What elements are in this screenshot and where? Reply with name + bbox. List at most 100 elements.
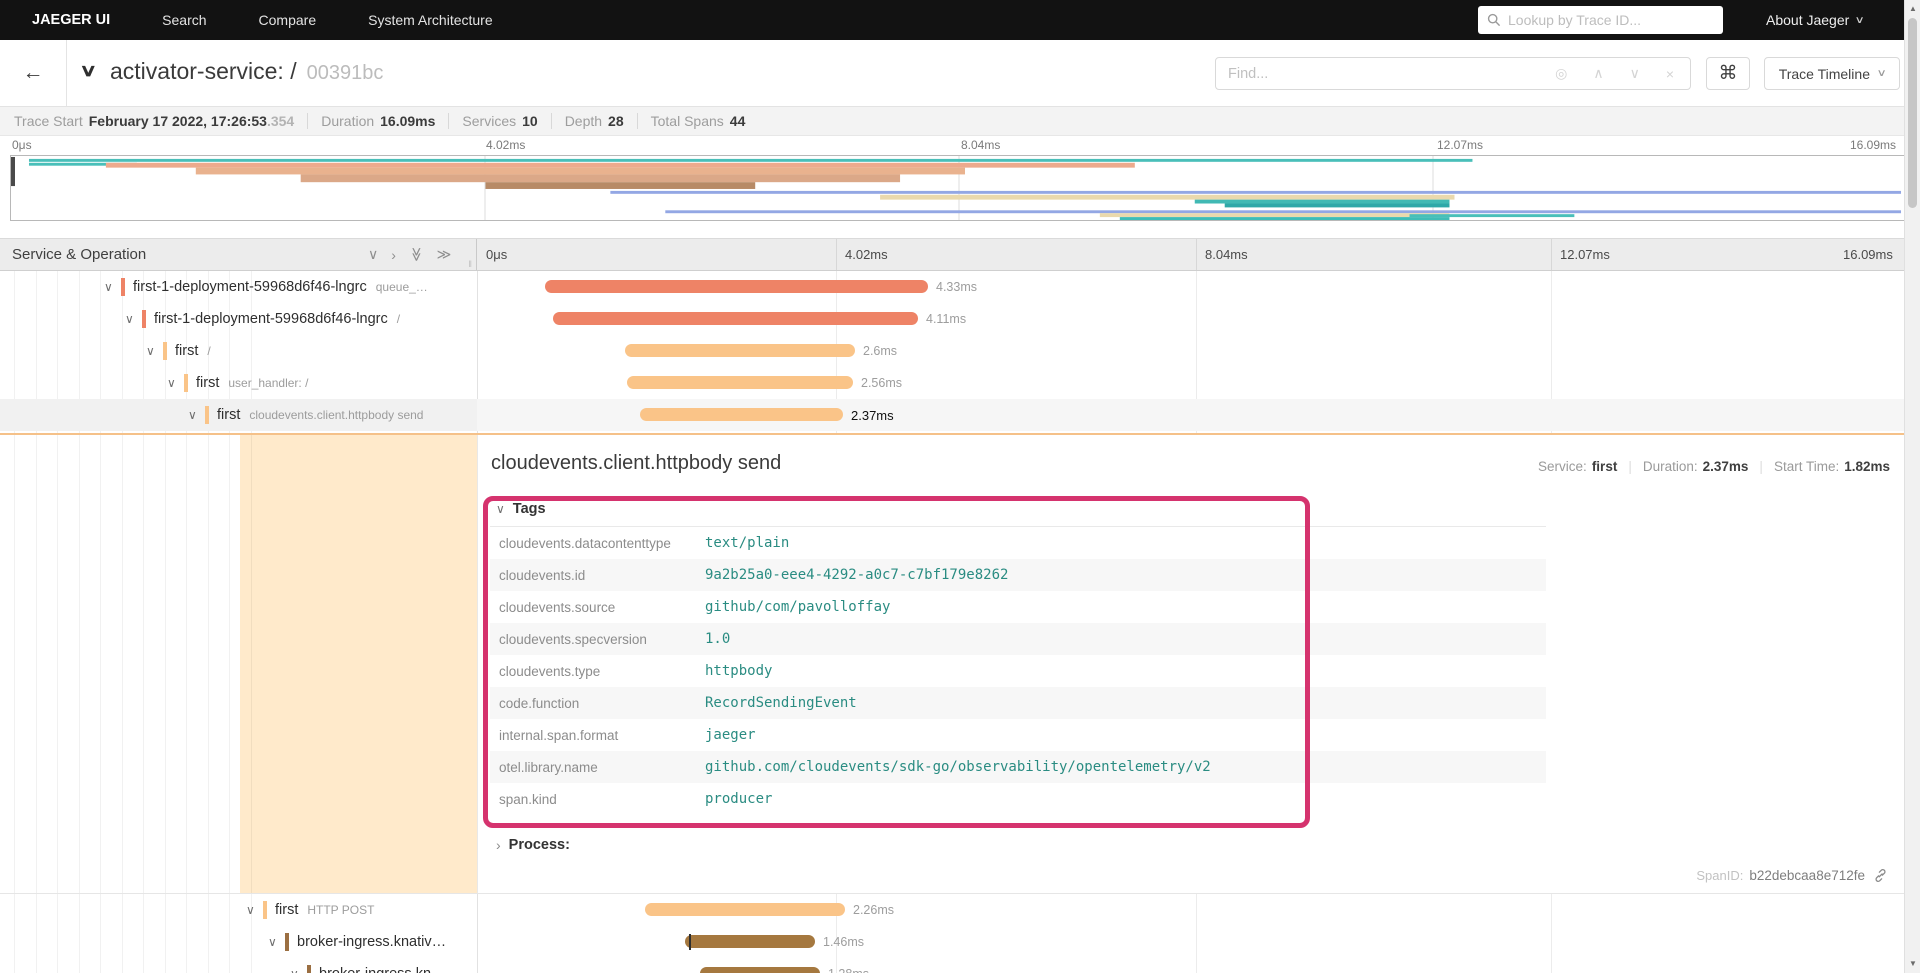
tag-row[interactable]: cloudevents.specversion 1.0 xyxy=(490,623,1546,655)
service-label: Service: xyxy=(1538,459,1587,474)
service-name: first xyxy=(275,902,299,918)
tag-row[interactable]: otel.library.name github.com/cloudevents/… xyxy=(490,751,1546,783)
tag-row[interactable]: span.kind producer xyxy=(490,783,1546,815)
tag-key: otel.library.name xyxy=(499,759,598,775)
span-row[interactable]: ∨ broker-ingress.knativ… 1.46ms xyxy=(0,926,1904,958)
trace-view-dropdown[interactable]: Trace Timeline ∨ xyxy=(1764,57,1900,90)
collapse-chevron-icon[interactable]: ∨ xyxy=(268,926,277,958)
span-bar[interactable] xyxy=(625,344,855,357)
span-row[interactable]: ∨ first-1-deployment-59968d6f46-lngrc que… xyxy=(0,271,1904,303)
back-button[interactable]: ← xyxy=(16,58,50,88)
collapse-chevron-icon[interactable]: ∨ xyxy=(188,399,197,431)
expand-all-icon[interactable]: ≫ xyxy=(437,246,452,263)
span-id-label: SpanID: xyxy=(1696,868,1744,883)
scrollbar-thumb[interactable] xyxy=(1908,18,1917,208)
timeline-tick-0: 0μs xyxy=(486,247,508,262)
page-scrollbar[interactable]: ▲ ▼ xyxy=(1904,0,1920,973)
start-time-value: 1.82ms xyxy=(1844,459,1890,474)
prev-match-icon[interactable]: ∧ xyxy=(1593,65,1603,82)
minimap-tick-1: 4.02ms xyxy=(486,138,526,152)
tag-row[interactable]: internal.span.format jaeger xyxy=(490,719,1546,751)
service-color-chip xyxy=(184,374,188,392)
scrollbar-up-icon[interactable]: ▲ xyxy=(1905,4,1920,13)
clear-find-icon[interactable]: × xyxy=(1666,66,1674,82)
start-time-label: Start Time: xyxy=(1773,459,1840,474)
next-match-icon[interactable]: ∨ xyxy=(1630,65,1640,82)
minimap-canvas[interactable] xyxy=(10,155,1908,221)
about-jaeger-menu[interactable]: About Jaeger ∨ xyxy=(1766,0,1866,40)
tag-value: 9a2b25a0-eee4-4292-a0c7-c7bf179e8262 xyxy=(705,567,1009,583)
span-duration: 1.46ms xyxy=(823,935,864,949)
span-row[interactable]: ∨ first-1-deployment-59968d6f46-lngrc / 4… xyxy=(0,303,1904,335)
process-section-header[interactable]: › Process: xyxy=(496,837,570,853)
tag-row[interactable]: cloudevents.id 9a2b25a0-eee4-4292-a0c7-c7… xyxy=(490,559,1546,591)
span-row-selected[interactable]: ∨ first cloudevents.client.httpbody send … xyxy=(0,399,1904,431)
span-duration: 4.11ms xyxy=(926,312,967,326)
collapse-chevron-icon[interactable]: ∨ xyxy=(246,894,255,926)
span-row[interactable]: ∨ first HTTP POST 2.26ms xyxy=(0,894,1904,926)
collapse-chevron-icon[interactable]: ∨ xyxy=(146,335,155,367)
span-self-time-tick xyxy=(689,934,691,950)
span-bar[interactable] xyxy=(685,935,815,948)
service-name: first xyxy=(217,407,241,423)
span-rows-below: ∨ first HTTP POST 2.26ms ∨ broker-ingress… xyxy=(0,893,1904,973)
span-bar[interactable] xyxy=(627,376,853,389)
search-icon xyxy=(1487,13,1501,27)
nav-item-compare[interactable]: Compare xyxy=(259,12,317,28)
column-resize-grip[interactable]: ‖ xyxy=(468,259,472,269)
timeline-header: Service & Operation ∨ › ≫ ≫ ‖ 0μs 4.02ms… xyxy=(0,238,1904,271)
span-bar[interactable] xyxy=(640,408,843,421)
trace-name: activator-service: / xyxy=(110,58,297,84)
expand-one-icon[interactable]: › xyxy=(391,247,396,263)
span-bar[interactable] xyxy=(700,967,820,973)
span-row[interactable]: ∨ first / 2.6ms xyxy=(0,335,1904,367)
tag-key: cloudevents.id xyxy=(499,567,586,583)
scrollbar-down-icon[interactable]: ▼ xyxy=(1905,959,1920,968)
focus-match-icon[interactable]: ◎ xyxy=(1555,65,1567,82)
keyboard-shortcuts-button[interactable]: ⌘ xyxy=(1706,57,1750,90)
collapse-chevron-icon[interactable]: ∨ xyxy=(125,303,134,335)
tag-row[interactable]: code.function RecordSendingEvent xyxy=(490,687,1546,719)
chevron-down-icon: ∨ xyxy=(1854,14,1866,26)
collapse-chevron-icon[interactable]: ∨ xyxy=(104,271,113,303)
top-nav: JAEGER UI Search Compare System Architec… xyxy=(0,0,1920,40)
collapse-chevron-icon[interactable]: ∨ xyxy=(290,958,299,973)
link-icon[interactable] xyxy=(1873,868,1888,883)
nav-item-system-architecture[interactable]: System Architecture xyxy=(368,12,493,28)
operation-name: cloudevents.client.httpbody send xyxy=(249,408,424,422)
tag-row[interactable]: cloudevents.source github/com/pavolloffay xyxy=(490,591,1546,623)
tag-value: github/com/pavolloffay xyxy=(705,599,891,615)
tags-section-header[interactable]: ∨ Tags xyxy=(496,501,546,517)
span-row[interactable]: ∨ first user_handler: / 2.56ms xyxy=(0,367,1904,399)
span-bar[interactable] xyxy=(645,903,845,916)
nav-item-search[interactable]: Search xyxy=(162,12,206,28)
trace-view-label: Trace Timeline xyxy=(1778,65,1870,82)
find-input[interactable] xyxy=(1216,65,1556,82)
duration-value: 2.37ms xyxy=(1702,459,1749,474)
service-name: first-1-deployment-59968d6f46-lngrc xyxy=(154,311,388,327)
find-control: ◎ ∧ ∨ × xyxy=(1215,57,1691,90)
service-operation-header: Service & Operation ∨ › ≫ ≫ ‖ xyxy=(0,239,477,270)
collapse-all-icon[interactable]: ≫ xyxy=(408,247,425,262)
tag-row[interactable]: cloudevents.datacontenttype text/plain xyxy=(490,527,1546,559)
span-bar[interactable] xyxy=(545,280,928,293)
collapse-chevron-icon[interactable]: ∨ xyxy=(167,367,176,399)
tag-value: text/plain xyxy=(705,535,790,551)
trace-id: 00391bc xyxy=(306,62,384,84)
trace-collapse-chevron-icon[interactable]: ∨ xyxy=(79,61,97,81)
span-bar[interactable] xyxy=(553,312,918,325)
app-logo[interactable]: JAEGER UI xyxy=(32,12,110,28)
services-label: Services xyxy=(462,113,517,129)
summary-separator xyxy=(550,113,552,129)
about-jaeger-label: About Jaeger xyxy=(1766,12,1850,28)
span-row[interactable]: ∨ broker-ingress.kn… 1.28ms xyxy=(0,958,1904,973)
trace-lookup-input[interactable] xyxy=(1508,12,1714,28)
trace-lookup-box[interactable] xyxy=(1478,6,1723,34)
tag-row[interactable]: cloudevents.type httpbody xyxy=(490,655,1546,687)
minimap-tick-3: 12.07ms xyxy=(1437,138,1484,152)
service-color-chip xyxy=(205,406,209,424)
chevron-right-icon: › xyxy=(496,837,501,853)
trace-minimap: 0μs 4.02ms 8.04ms 12.07ms 16.09ms xyxy=(0,137,1920,227)
collapse-one-icon[interactable]: ∨ xyxy=(368,246,378,263)
tag-value: github.com/cloudevents/sdk-go/observabil… xyxy=(705,759,1211,775)
